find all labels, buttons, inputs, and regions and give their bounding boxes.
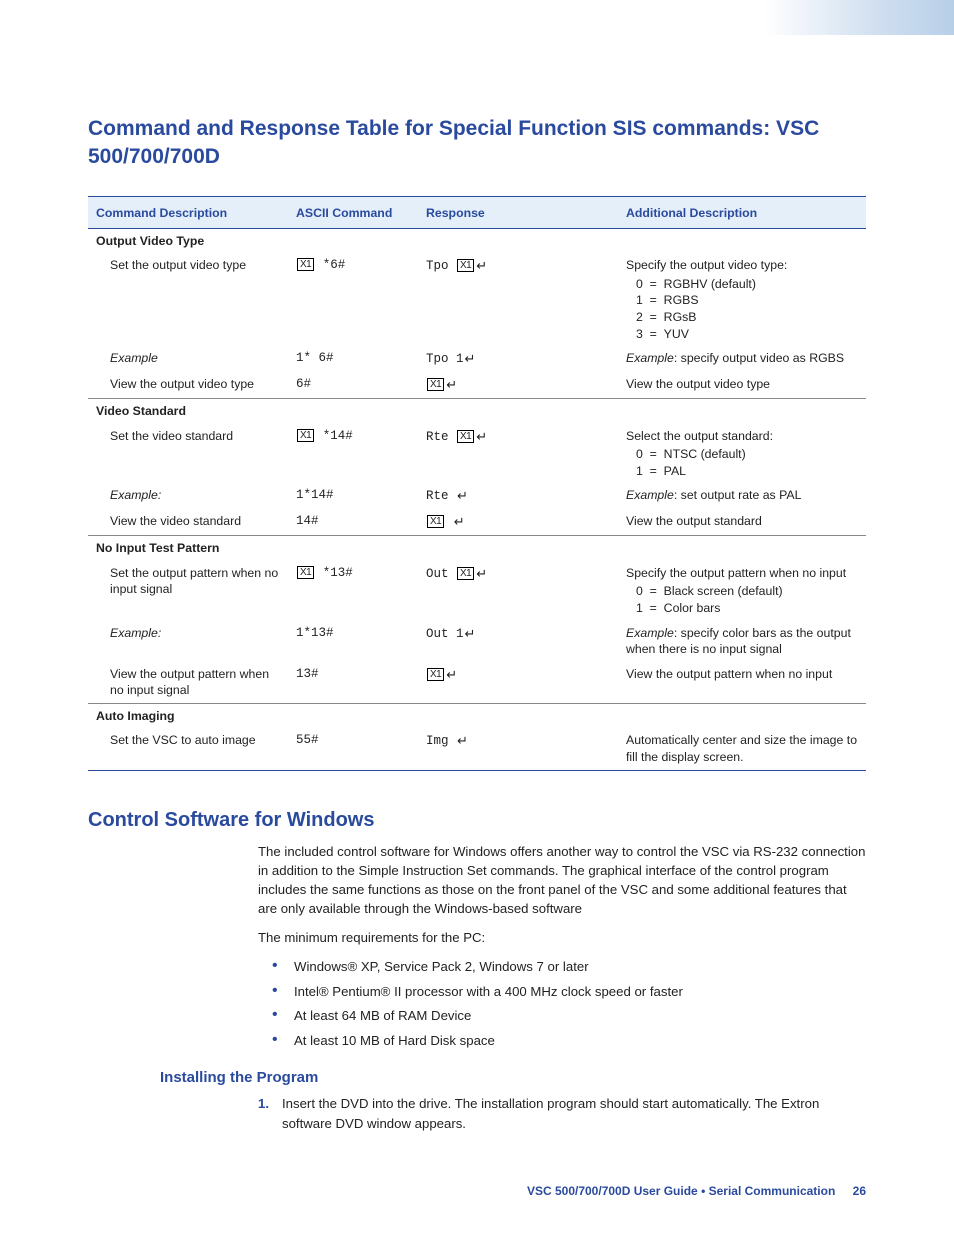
table-row: Example1* 6#Tpo 1↵Example: specify outpu… [88, 346, 866, 372]
enter-icon: ↵ [457, 732, 468, 750]
list-item: At least 64 MB of RAM Device [272, 1006, 866, 1026]
table-row: Set the video standardX1 *14#Rte X1↵Sele… [88, 424, 866, 484]
cell-ascii: 55# [288, 728, 418, 770]
main-heading: Command and Response Table for Special F… [88, 115, 866, 172]
group-header: No Input Test Pattern [88, 536, 866, 561]
cell-response: Tpo X1↵ [418, 253, 618, 346]
x1-box-icon: X1 [297, 429, 314, 442]
table-row: Example:1*13#Out 1↵Example: specify colo… [88, 621, 866, 662]
cell-description: View the output video type [88, 372, 288, 398]
cell-ascii: X1 *6# [288, 253, 418, 346]
install-steps: Insert the DVD into the drive. The insta… [258, 1094, 866, 1134]
cell-response: Rte ↵ [418, 483, 618, 509]
cell-response: Img ↵ [418, 728, 618, 770]
cell-response: Out X1↵ [418, 561, 618, 621]
cell-ascii: 1*13# [288, 621, 418, 662]
requirements-list: Windows® XP, Service Pack 2, Windows 7 o… [272, 957, 866, 1051]
cell-additional: Specify the output video type:0 = RGBHV … [618, 253, 866, 346]
cell-additional: Automatically center and size the image … [618, 728, 866, 770]
cell-response: X1↵ [418, 372, 618, 398]
table-row: View the output video type6#X1↵View the … [88, 372, 866, 398]
x1-box-icon: X1 [457, 430, 474, 443]
table-row: View the output pattern when no input si… [88, 662, 866, 704]
cell-ascii: X1 *13# [288, 561, 418, 621]
cell-ascii: 13# [288, 662, 418, 704]
table-row: View the video standard14#X1 ↵View the o… [88, 509, 866, 535]
x1-box-icon: X1 [457, 259, 474, 272]
cell-description: Set the output video type [88, 253, 288, 346]
cell-additional: View the output standard [618, 509, 866, 535]
list-item: Windows® XP, Service Pack 2, Windows 7 o… [272, 957, 866, 977]
cell-description: Example: [88, 621, 288, 662]
group-header: Video Standard [88, 399, 866, 424]
enter-icon: ↵ [446, 666, 457, 684]
th-ascii-command: ASCII Command [288, 196, 418, 228]
cell-additional: Example: specify color bars as the outpu… [618, 621, 866, 662]
sub-heading-installing: Installing the Program [160, 1069, 866, 1086]
page-footer: VSC 500/700/700D User Guide • Serial Com… [88, 1184, 866, 1198]
cell-description: Set the video standard [88, 424, 288, 484]
cell-response: Rte X1↵ [418, 424, 618, 484]
table-row: Set the VSC to auto image55#Img ↵Automat… [88, 728, 866, 770]
x1-box-icon: X1 [427, 378, 444, 391]
cell-ascii: 1*14# [288, 483, 418, 509]
x1-box-icon: X1 [427, 515, 444, 528]
cell-description: Example [88, 346, 288, 372]
cell-additional: Select the output standard:0 = NTSC (def… [618, 424, 866, 484]
intro-paragraph: The included control software for Window… [258, 842, 866, 919]
requirements-intro: The minimum requirements for the PC: [258, 928, 866, 947]
page-number: 26 [853, 1184, 866, 1198]
section-heading-control-software: Control Software for Windows [88, 809, 866, 832]
cell-response: X1 ↵ [418, 509, 618, 535]
table-body: Output Video TypeSet the output video ty… [88, 228, 866, 770]
enter-icon: ↵ [454, 513, 465, 531]
enter-icon: ↵ [446, 376, 457, 394]
enter-icon: ↵ [476, 428, 487, 446]
th-command-description: Command Description [88, 196, 288, 228]
cell-additional: View the output video type [618, 372, 866, 398]
group-header: Auto Imaging [88, 703, 866, 728]
footer-text: VSC 500/700/700D User Guide • Serial Com… [527, 1184, 835, 1198]
cell-description: Example: [88, 483, 288, 509]
list-item: Intel® Pentium® II processor with a 400 … [272, 982, 866, 1002]
cell-additional: Example: set output rate as PAL [618, 483, 866, 509]
cell-description: View the video standard [88, 509, 288, 535]
cell-response: Out 1↵ [418, 621, 618, 662]
step-1: Insert the DVD into the drive. The insta… [258, 1094, 866, 1134]
group-header: Output Video Type [88, 228, 866, 253]
enter-icon: ↵ [457, 487, 468, 505]
page-top-gradient [0, 0, 954, 35]
cell-response: X1↵ [418, 662, 618, 704]
table-row: Set the output video typeX1 *6#Tpo X1↵Sp… [88, 253, 866, 346]
x1-box-icon: X1 [457, 567, 474, 580]
cell-ascii: 1* 6# [288, 346, 418, 372]
cell-ascii: 14# [288, 509, 418, 535]
enter-icon: ↵ [476, 565, 487, 583]
cell-additional: Specify the output pattern when no input… [618, 561, 866, 621]
cell-ascii: 6# [288, 372, 418, 398]
th-additional-description: Additional Description [618, 196, 866, 228]
cell-response: Tpo 1↵ [418, 346, 618, 372]
enter-icon: ↵ [465, 625, 476, 643]
command-table: Command Description ASCII Command Respon… [88, 196, 866, 771]
x1-box-icon: X1 [427, 668, 444, 681]
cell-ascii: X1 *14# [288, 424, 418, 484]
cell-additional: Example: specify output video as RGBS [618, 346, 866, 372]
page-content: Command and Response Table for Special F… [0, 35, 954, 1238]
cell-description: View the output pattern when no input si… [88, 662, 288, 704]
cell-description: Set the output pattern when no input sig… [88, 561, 288, 621]
cell-additional: View the output pattern when no input [618, 662, 866, 704]
enter-icon: ↵ [465, 350, 476, 368]
x1-box-icon: X1 [297, 566, 314, 579]
th-response: Response [418, 196, 618, 228]
table-row: Set the output pattern when no input sig… [88, 561, 866, 621]
x1-box-icon: X1 [297, 258, 314, 271]
cell-description: Set the VSC to auto image [88, 728, 288, 770]
enter-icon: ↵ [476, 257, 487, 275]
list-item: At least 10 MB of Hard Disk space [272, 1031, 866, 1051]
table-header: Command Description ASCII Command Respon… [88, 196, 866, 228]
table-row: Example:1*14#Rte ↵Example: set output ra… [88, 483, 866, 509]
